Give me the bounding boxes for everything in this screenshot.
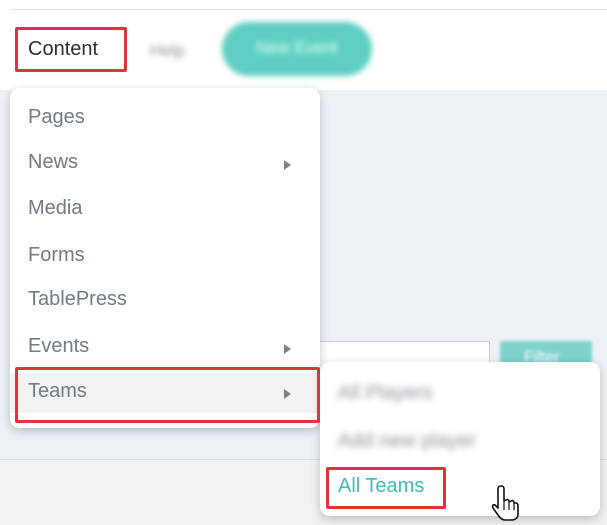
submenu-item-all-players[interactable]: All Players — [338, 382, 432, 405]
menu-item-label: Events — [28, 335, 90, 357]
menu-item-media[interactable]: Media — [10, 190, 320, 230]
menu-item-news[interactable]: News — [10, 144, 320, 184]
highlight-box-all-teams — [326, 467, 446, 509]
menu-item-label: Pages — [28, 106, 85, 128]
new-event-button[interactable]: New Event — [222, 22, 372, 76]
hand-pointer-cursor-icon — [491, 485, 519, 521]
menu-item-forms[interactable]: Forms — [10, 237, 320, 277]
menu-item-tablepress[interactable]: TablePress — [10, 281, 320, 321]
menu-item-label: Forms — [28, 244, 85, 266]
help-menu-button[interactable]: Help — [150, 41, 185, 61]
menu-item-events[interactable]: Events — [10, 328, 320, 368]
chevron-right-icon — [284, 160, 291, 170]
chevron-right-icon — [284, 344, 291, 354]
menu-item-label: TablePress — [28, 288, 127, 310]
submenu-item-add-player[interactable]: Add new player — [338, 430, 476, 453]
menu-item-label: News — [28, 151, 79, 173]
menu-item-label: Media — [28, 197, 83, 219]
menu-item-pages[interactable]: Pages — [10, 99, 320, 139]
new-event-label: New Event — [255, 38, 339, 57]
highlight-box-content — [15, 27, 127, 72]
highlight-box-teams — [15, 367, 320, 423]
